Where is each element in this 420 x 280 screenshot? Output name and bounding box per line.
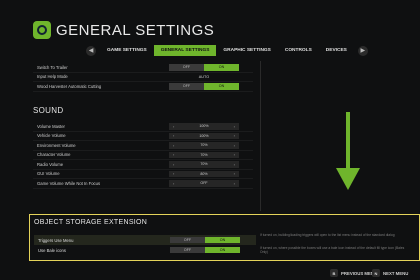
next-menu-button[interactable]: N NEXT MENU: [372, 269, 408, 277]
key-b-icon: B: [330, 269, 338, 277]
footer: B PREVIOUS MENU N NEXT MENU: [0, 266, 420, 280]
triggers-use-menu-description: If turned on, building/loading triggers …: [260, 233, 395, 237]
chevron-left-icon[interactable]: ‹: [173, 133, 174, 138]
setting-row-game-volume-unfocused: Game Volume While Not In Focus ‹ OFF ›: [33, 179, 253, 189]
setting-row-input-help-mode: Input Help Mode AUTO: [33, 73, 253, 82]
tab-game-settings[interactable]: GAME SETTINGS: [100, 45, 154, 56]
chevron-right-icon[interactable]: ›: [234, 171, 235, 176]
chevron-left-icon: ◀: [88, 48, 94, 54]
chevron-right-icon[interactable]: ›: [234, 152, 235, 157]
chevron-left-icon[interactable]: ‹: [173, 124, 174, 129]
sound-settings-list: Volume Master ‹ 100% › Vehicle Volume ‹ 100…: [33, 122, 253, 189]
previous-menu-button[interactable]: B PREVIOUS MENU: [330, 269, 377, 277]
volume-master-selector[interactable]: ‹ 100% ›: [169, 123, 239, 130]
chevron-left-icon[interactable]: ‹: [173, 152, 174, 157]
general-settings-list: Switch To Trailer OFF ON Input Help Mode…: [33, 63, 253, 92]
character-volume-selector[interactable]: ‹ 70% ›: [169, 151, 239, 158]
tab-devices[interactable]: DEVICES: [319, 45, 354, 56]
storage-section-title: OBJECT STORAGE EXTENSION: [34, 219, 148, 226]
object-storage-section: OBJECT STORAGE EXTENSION Triggers Use Me…: [29, 214, 420, 261]
setting-row-switch-to-trailer: Switch To Trailer OFF ON: [33, 63, 253, 73]
game-volume-unfocused-selector[interactable]: ‹ OFF ›: [169, 180, 239, 187]
setting-row-character-volume: Character Volume ‹ 70% ›: [33, 151, 253, 160]
switch-to-trailer-toggle[interactable]: OFF ON: [169, 64, 239, 71]
triggers-use-menu-toggle[interactable]: OFF ON: [170, 236, 240, 244]
wood-harvester-toggle[interactable]: OFF ON: [169, 83, 239, 90]
chevron-left-icon[interactable]: ‹: [173, 171, 174, 176]
vehicle-volume-selector[interactable]: ‹ 100% ›: [169, 132, 239, 139]
header: GENERAL SETTINGS: [0, 0, 420, 44]
gui-volume-selector[interactable]: ‹ 80% ›: [169, 170, 239, 177]
tab-controls[interactable]: CONTROLS: [278, 45, 319, 56]
environment-volume-selector[interactable]: ‹ 70% ›: [169, 142, 239, 149]
tab-bar: ◀ GAME SETTINGS GENERAL SETTINGS GRAPHIC…: [86, 45, 394, 56]
chevron-left-icon[interactable]: ‹: [173, 143, 174, 148]
arrow-down-icon: [336, 112, 360, 190]
setting-row-radio-volume: Radio Volume ‹ 70% ›: [33, 160, 253, 170]
key-n-icon: N: [372, 269, 380, 277]
chevron-left-icon[interactable]: ‹: [173, 162, 174, 167]
setting-row-vehicle-volume: Vehicle Volume ‹ 100% ›: [33, 132, 253, 141]
setting-row-wood-harvester: Wood Harvester Automatic Cutting OFF ON: [33, 82, 253, 92]
settings-logo-icon: [33, 21, 51, 39]
setting-row-triggers-use-menu: Triggers Use Menu OFF ON: [34, 235, 256, 245]
panel-divider: [260, 61, 261, 211]
storage-settings-list: Triggers Use Menu OFF ON Use Bale icons …: [34, 235, 256, 255]
setting-row-environment-volume: Environment Volume ‹ 70% ›: [33, 141, 253, 151]
tab-general-settings[interactable]: GENERAL SETTINGS: [153, 45, 217, 56]
tab-next-button[interactable]: ▶: [357, 45, 368, 56]
setting-row-gui-volume: GUI Volume ‹ 80% ›: [33, 170, 253, 179]
chevron-right-icon: ▶: [360, 48, 366, 54]
chevron-right-icon[interactable]: ›: [234, 162, 235, 167]
chevron-right-icon[interactable]: ›: [234, 181, 235, 186]
radio-volume-selector[interactable]: ‹ 70% ›: [169, 161, 239, 168]
tab-prev-button[interactable]: ◀: [86, 45, 96, 56]
tab-graphic-settings[interactable]: GRAPHIC SETTINGS: [216, 45, 277, 56]
chevron-right-icon[interactable]: ›: [234, 124, 235, 129]
page-title: GENERAL SETTINGS: [56, 22, 215, 39]
sound-section-title: SOUND: [33, 106, 64, 115]
chevron-right-icon[interactable]: ›: [234, 133, 235, 138]
setting-row-use-bale-icons: Use Bale icons OFF ON: [34, 245, 256, 255]
use-bale-icons-toggle[interactable]: OFF ON: [170, 246, 240, 254]
chevron-right-icon[interactable]: ›: [234, 143, 235, 148]
setting-row-volume-master: Volume Master ‹ 100% ›: [33, 122, 253, 132]
chevron-left-icon[interactable]: ‹: [173, 181, 174, 186]
input-help-mode-value[interactable]: AUTO: [169, 75, 239, 79]
use-bale-icons-description: If turned on, where possible the boxes w…: [260, 246, 405, 255]
